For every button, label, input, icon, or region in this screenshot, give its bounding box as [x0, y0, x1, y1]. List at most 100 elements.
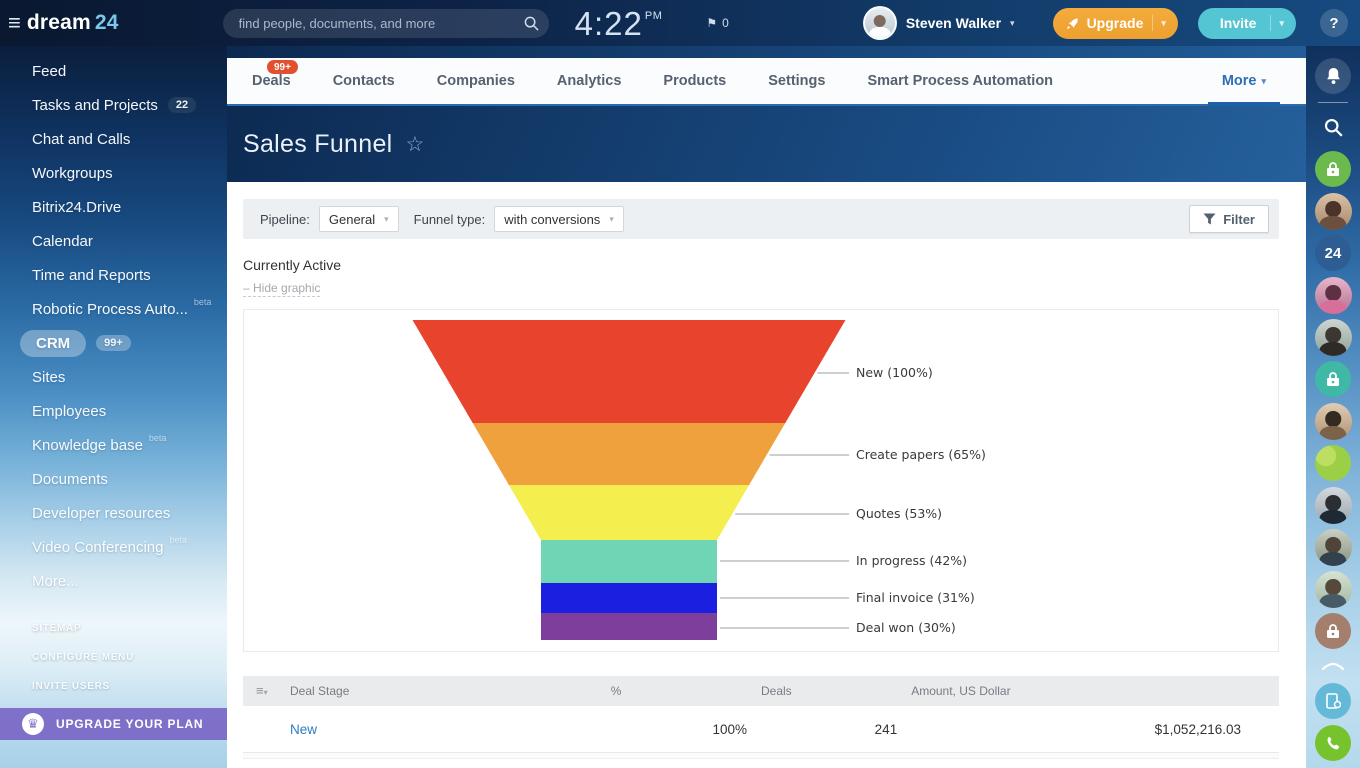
user-menu[interactable]: Steven Walker ▾	[863, 6, 1015, 40]
sidebar-item-developer-resources[interactable]: Developer resources	[0, 496, 227, 530]
hide-graphic-link[interactable]: – Hide graphic	[243, 281, 320, 297]
sidebar-item-documents[interactable]: Documents	[0, 462, 227, 496]
crm-nav-tabs: Deals99+ Contacts Companies Analytics Pr…	[227, 58, 1306, 106]
desktop-app-icon[interactable]	[1315, 683, 1351, 719]
rail-avatar[interactable]	[1315, 277, 1352, 314]
sidebar-item-feed[interactable]: Feed	[0, 54, 227, 88]
column-header-amount[interactable]: Amount, US Dollar	[911, 684, 1279, 698]
tab-label: Settings	[768, 73, 825, 89]
bitrix24-icon[interactable]: 24	[1315, 235, 1351, 271]
lock-icon-brown[interactable]	[1315, 613, 1351, 649]
funnel-icon	[1203, 213, 1216, 225]
lock-icon-green[interactable]	[1315, 151, 1351, 187]
content-panel: Pipeline: General ▾ Funnel type: with co…	[227, 182, 1306, 768]
column-header-deals[interactable]: Deals	[761, 684, 911, 698]
sidebar-item-more[interactable]: More...	[0, 564, 227, 598]
sidebar-item-label: Bitrix24.Drive	[32, 199, 121, 216]
sidebar-item-calendar[interactable]: Calendar	[0, 224, 227, 258]
sidebar-menu: Feed Tasks and Projects22 Chat and Calls…	[0, 46, 227, 598]
collapse-chevron-icon[interactable]	[1322, 657, 1344, 675]
sidebar-item-time-reports[interactable]: Time and Reports	[0, 258, 227, 292]
sidebar-item-knowledge-base[interactable]: Knowledge basebeta	[0, 428, 227, 462]
funnel-stage-label: Deal won (30%)	[856, 620, 956, 635]
configure-menu-link[interactable]: CONFIGURE MENU	[0, 643, 227, 672]
clock-time: 4:22	[575, 7, 643, 40]
rail-avatar[interactable]	[1315, 403, 1352, 440]
invite-users-link[interactable]: INVITE USERS	[0, 672, 227, 701]
help-button[interactable]: ?	[1320, 9, 1348, 37]
funnel-stage[interactable]	[541, 613, 717, 640]
upgrade-button[interactable]: Upgrade ▾	[1053, 8, 1178, 39]
beta-tag: beta	[149, 433, 167, 443]
clock[interactable]: 4:22 PM	[575, 7, 663, 40]
sidebar-item-chat[interactable]: Chat and Calls	[0, 122, 227, 156]
flag-icon: ⚑	[706, 16, 717, 30]
sales-funnel-chart: New (100%)Create papers (65%)Quotes (53%…	[243, 309, 1279, 652]
sidebar-item-video-conferencing[interactable]: Video Conferencing beta	[0, 530, 227, 564]
table-row: New 100% 241 $1,052,216.03	[243, 706, 1279, 753]
rocket-icon	[1065, 16, 1080, 31]
sidebar-item-workgroups[interactable]: Workgroups	[0, 156, 227, 190]
notifications-flag[interactable]: ⚑ 0	[706, 16, 728, 30]
clock-ampm: PM	[645, 10, 663, 22]
chevron-down-icon[interactable]: ▾	[1270, 15, 1284, 31]
pipeline-value: General	[329, 212, 375, 227]
rail-avatar[interactable]	[1315, 529, 1352, 566]
funnel-svg: New (100%)Create papers (65%)Quotes (53%…	[244, 310, 1278, 651]
funnel-stage[interactable]	[413, 320, 846, 423]
filter-button[interactable]: Filter	[1189, 205, 1269, 233]
tab-contacts[interactable]: Contacts	[312, 58, 416, 104]
sidebar-item-employees[interactable]: Employees	[0, 394, 227, 428]
search-input[interactable]	[239, 16, 524, 31]
tab-products[interactable]: Products	[642, 58, 747, 104]
sidebar-item-drive[interactable]: Bitrix24.Drive	[0, 190, 227, 224]
tab-settings[interactable]: Settings	[747, 58, 846, 104]
funnel-type-select[interactable]: with conversions ▾	[494, 206, 624, 232]
sidebar-item-rpa[interactable]: Robotic Process Auto...beta	[0, 292, 227, 326]
tab-analytics[interactable]: Analytics	[536, 58, 642, 104]
funnel-stage[interactable]	[541, 540, 717, 583]
funnel-stage[interactable]	[541, 583, 717, 613]
stage-link[interactable]: New	[290, 722, 317, 737]
favorite-star-icon[interactable]: ☆	[406, 132, 425, 157]
pipeline-select[interactable]: General ▾	[319, 206, 399, 232]
tab-more[interactable]: More▾	[1222, 58, 1266, 104]
sidebar-item-label: Video Conferencing	[32, 539, 163, 556]
sitemap-link[interactable]: SITEMAP	[0, 614, 227, 643]
column-header-percent[interactable]: %	[611, 684, 761, 698]
count-badge: 22	[168, 97, 196, 113]
sidebar-item-sites[interactable]: Sites	[0, 360, 227, 394]
search-icon[interactable]	[524, 16, 539, 31]
rail-avatar[interactable]	[1315, 193, 1352, 230]
chevron-down-icon[interactable]: ▾	[1152, 15, 1166, 31]
app-logo[interactable]: dream24	[27, 11, 119, 35]
global-search[interactable]	[223, 9, 549, 38]
rail-search-icon[interactable]	[1315, 109, 1351, 145]
invite-button[interactable]: Invite ▾	[1198, 8, 1296, 39]
sidebar-item-label: Employees	[32, 403, 106, 420]
sidebar-item-tasks[interactable]: Tasks and Projects22	[0, 88, 227, 122]
beta-tag: beta	[169, 535, 187, 545]
tab-smart-process-automation[interactable]: Smart Process Automation	[846, 58, 1074, 104]
column-header-deal-stage[interactable]: Deal Stage	[243, 684, 611, 698]
tab-deals[interactable]: Deals99+	[231, 58, 312, 104]
table-settings-icon[interactable]: ≡▾	[256, 683, 268, 698]
limes-avatar[interactable]	[1315, 445, 1351, 481]
sidebar-item-label: More...	[32, 573, 79, 590]
rail-avatar[interactable]	[1315, 487, 1352, 524]
user-avatar[interactable]	[863, 6, 897, 40]
hamburger-menu-icon[interactable]: ≡	[8, 12, 21, 34]
sidebar-item-crm[interactable]: CRM99+	[0, 326, 227, 360]
bell-icon[interactable]	[1315, 58, 1351, 94]
rail-avatar[interactable]	[1315, 571, 1352, 608]
rail-avatar[interactable]	[1315, 319, 1352, 356]
funnel-stage[interactable]	[509, 485, 749, 540]
upgrade-plan-bar[interactable]: ♛ UPGRADE YOUR PLAN	[0, 708, 227, 740]
tab-companies[interactable]: Companies	[416, 58, 536, 104]
rail-divider	[1318, 102, 1348, 103]
phone-icon[interactable]	[1315, 725, 1351, 761]
count-badge: 99+	[267, 60, 298, 74]
funnel-stage[interactable]	[473, 423, 786, 485]
lock-icon-teal[interactable]	[1315, 361, 1351, 397]
count-badge: 99+	[96, 335, 131, 351]
